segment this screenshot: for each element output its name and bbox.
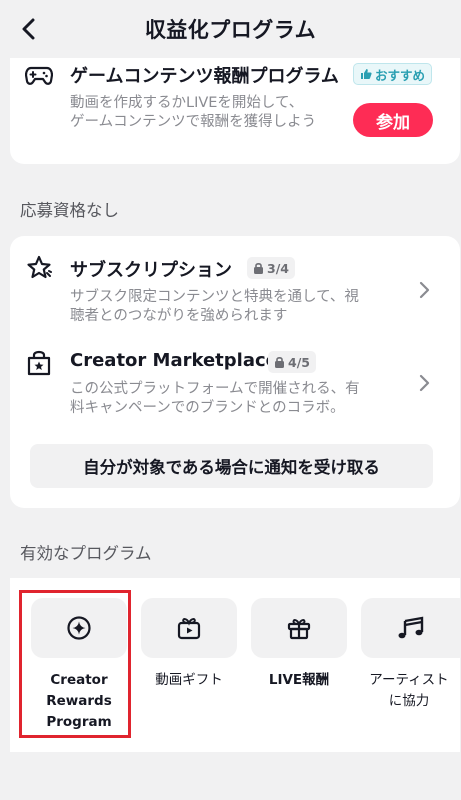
recommended-badge: おすすめ xyxy=(353,63,433,85)
notify-me-button[interactable]: 自分が対象である場合に通知を受け取る xyxy=(30,444,433,488)
creator-marketplace-desc-line2: 料キャンペーンでのブランドとのコラボ。 xyxy=(70,400,345,416)
creator-marketplace-title: Creator Marketplace xyxy=(70,350,278,371)
shopping-bag-icon xyxy=(24,348,54,378)
program-label-line: に協力 xyxy=(388,693,430,709)
music-note-icon xyxy=(398,616,424,639)
creator-marketplace-progress: 4/5 xyxy=(288,354,310,370)
lock-icon xyxy=(275,356,284,368)
creator-marketplace-progress-badge: 4/5 xyxy=(268,351,316,373)
program-video-gifts[interactable]: 動画ギフト xyxy=(141,598,237,691)
program-label: 動画ギフト xyxy=(141,670,237,691)
subscription-title: サブスクリプション xyxy=(70,260,232,281)
program-live-rewards[interactable]: LIVE報酬 xyxy=(251,598,347,691)
page-title: 収益化プログラム xyxy=(144,18,317,42)
chevron-right-icon xyxy=(419,374,430,392)
program-label-line: 動画ギフト xyxy=(155,672,223,688)
program-artist-collab[interactable]: アーティスト に協力 xyxy=(361,598,461,712)
highlight-box xyxy=(19,590,131,738)
subscription-progress-badge: 3/4 xyxy=(247,257,295,279)
subscription-star-icon xyxy=(24,253,54,283)
thumbs-up-icon xyxy=(361,69,372,79)
recommended-badge-label: おすすめ xyxy=(375,67,426,83)
game-program-desc-line1: 動画を作成するかLIVEを開始して、 xyxy=(70,95,304,111)
header: 収益化プログラム xyxy=(0,0,461,58)
subscription-desc-line2: 聴者とのつながりを強められます xyxy=(70,308,288,324)
game-program-desc-line2: ゲームコンテンツで報酬を獲得しよう xyxy=(70,114,317,130)
creator-marketplace-desc-line1: この公式プラットフォームで開催される、有 xyxy=(70,381,360,397)
program-tile xyxy=(251,598,347,658)
subscription-desc-line1: サブスク限定コンテンツと特典を通して、視 xyxy=(70,289,359,305)
chevron-right-icon xyxy=(419,281,430,299)
program-label: アーティスト に協力 xyxy=(361,670,457,712)
game-program-title: ゲームコンテンツ報酬プログラム xyxy=(70,66,339,87)
ineligible-card: サブスクリプション 3/4 サブスク限定コンテンツと特典を通して、視 聴者とのつ… xyxy=(10,236,460,508)
program-tile xyxy=(361,598,461,658)
active-section-label: 有効なプログラム xyxy=(20,544,152,563)
subscription-progress: 3/4 xyxy=(267,260,289,276)
gift-icon xyxy=(287,619,311,640)
gamepad-icon xyxy=(24,60,54,90)
game-program-card[interactable]: ゲームコンテンツ報酬プログラム おすすめ 動画を作成するかLIVEを開始して、 … xyxy=(10,58,460,164)
program-label: LIVE報酬 xyxy=(251,670,347,691)
program-label-line: アーティスト xyxy=(369,672,449,688)
ineligible-section-label: 応募資格なし xyxy=(20,201,119,220)
program-tile xyxy=(141,598,237,658)
lock-icon xyxy=(254,262,263,274)
program-label-line: LIVE報酬 xyxy=(268,672,330,688)
gift-video-icon xyxy=(177,618,201,640)
join-button[interactable]: 参加 xyxy=(353,103,433,137)
